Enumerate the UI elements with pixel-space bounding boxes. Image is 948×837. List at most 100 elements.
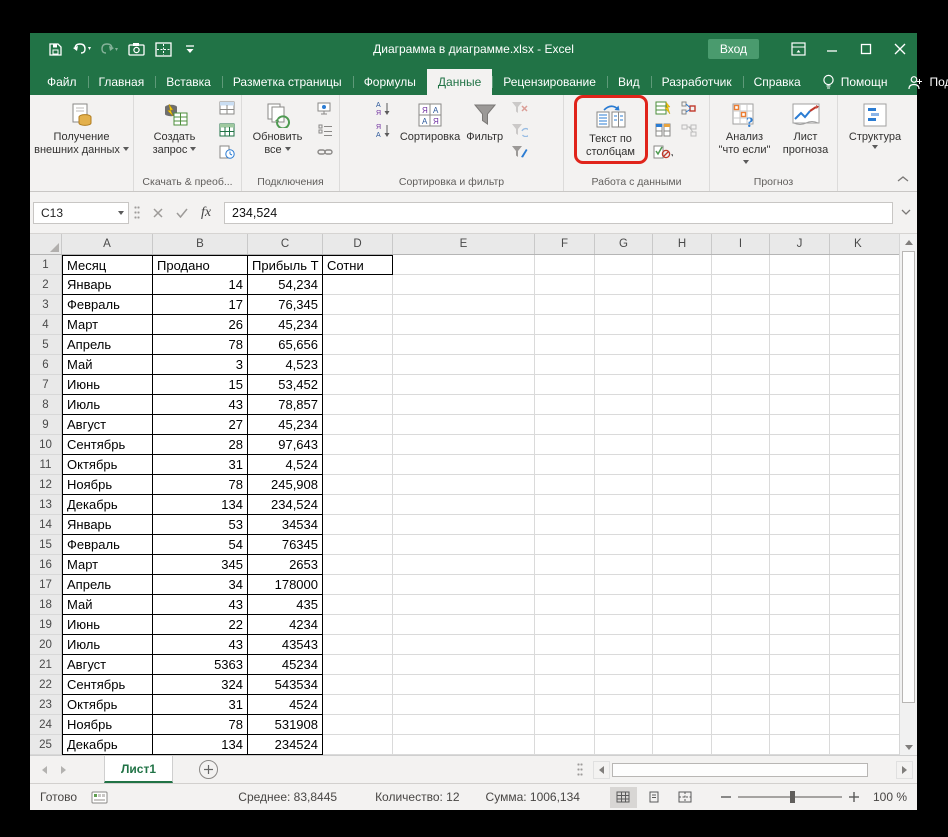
cell[interactable]: 14 — [153, 275, 248, 295]
tab-insert[interactable]: Вставка — [155, 69, 222, 95]
scroll-right-button[interactable] — [896, 760, 913, 779]
cell[interactable] — [535, 435, 595, 455]
cell[interactable] — [830, 275, 899, 295]
cell[interactable] — [712, 415, 770, 435]
cell[interactable] — [653, 275, 712, 295]
get-external-data-button[interactable]: Получение внешних данных — [31, 96, 132, 157]
cell[interactable] — [653, 655, 712, 675]
cell[interactable] — [770, 435, 830, 455]
cell[interactable] — [712, 675, 770, 695]
cell[interactable] — [323, 435, 393, 455]
cell[interactable] — [653, 595, 712, 615]
cell[interactable] — [653, 435, 712, 455]
cell[interactable] — [535, 295, 595, 315]
tab-data[interactable]: Данные — [426, 69, 493, 95]
row-header[interactable]: 20 — [30, 635, 62, 655]
cell[interactable] — [535, 655, 595, 675]
consolidate-button[interactable] — [678, 99, 700, 117]
cell[interactable] — [393, 375, 535, 395]
cell[interactable] — [830, 355, 899, 375]
column-header[interactable]: D — [323, 234, 393, 254]
row-header[interactable]: 25 — [30, 735, 62, 755]
cell[interactable] — [535, 455, 595, 475]
refresh-all-button[interactable]: Обновить все — [243, 96, 312, 157]
cell[interactable]: Август — [62, 415, 153, 435]
column-header[interactable]: F — [535, 234, 595, 254]
column-header[interactable]: K — [830, 234, 899, 254]
cell[interactable] — [323, 595, 393, 615]
cell[interactable]: Февраль — [62, 295, 153, 315]
cell[interactable] — [830, 595, 899, 615]
cell[interactable] — [393, 555, 535, 575]
cell[interactable] — [770, 675, 830, 695]
structure-button[interactable]: Структура — [846, 96, 904, 149]
cell[interactable]: Март — [62, 315, 153, 335]
cell[interactable]: 53 — [153, 515, 248, 535]
cell[interactable] — [323, 575, 393, 595]
cell[interactable]: 178000 — [248, 575, 323, 595]
cell[interactable] — [770, 495, 830, 515]
cell[interactable] — [830, 455, 899, 475]
tab-formulas[interactable]: Формулы — [352, 69, 427, 95]
select-all-button[interactable] — [30, 234, 62, 254]
cell[interactable] — [535, 255, 595, 275]
tab-view[interactable]: Вид — [606, 69, 651, 95]
cell[interactable] — [393, 595, 535, 615]
zoom-thumb[interactable] — [789, 791, 795, 803]
next-sheet-button[interactable] — [61, 765, 66, 774]
tab-page-layout[interactable]: Разметка страницы — [221, 69, 353, 95]
sheet-tab-sheet1[interactable]: Лист1 — [104, 756, 174, 783]
vertical-scroll-thumb[interactable] — [902, 251, 915, 703]
cell[interactable]: 134 — [153, 735, 248, 755]
cell[interactable] — [653, 615, 712, 635]
edit-links-button[interactable] — [314, 143, 336, 161]
cell[interactable] — [830, 535, 899, 555]
cell[interactable]: 543534 — [248, 675, 323, 695]
cell[interactable] — [393, 615, 535, 635]
cell[interactable] — [595, 715, 653, 735]
cell[interactable] — [595, 355, 653, 375]
cell[interactable] — [393, 495, 535, 515]
cell[interactable] — [393, 535, 535, 555]
row-header[interactable]: 24 — [30, 715, 62, 735]
cell[interactable] — [595, 335, 653, 355]
cell[interactable] — [770, 535, 830, 555]
cell[interactable]: 134 — [153, 495, 248, 515]
cell[interactable] — [535, 675, 595, 695]
cell[interactable]: 45234 — [248, 655, 323, 675]
cell[interactable] — [712, 295, 770, 315]
cell[interactable]: Июль — [62, 635, 153, 655]
row-header[interactable]: 12 — [30, 475, 62, 495]
cell[interactable] — [830, 315, 899, 335]
cell[interactable]: 4,524 — [248, 455, 323, 475]
cell[interactable] — [770, 455, 830, 475]
cell[interactable] — [770, 655, 830, 675]
cell[interactable] — [653, 695, 712, 715]
cell[interactable]: 234524 — [248, 735, 323, 755]
flash-fill-button[interactable] — [652, 99, 674, 117]
cell[interactable] — [595, 395, 653, 415]
cell[interactable] — [323, 475, 393, 495]
splitter-grip[interactable] — [577, 761, 583, 778]
cell[interactable] — [712, 575, 770, 595]
cell[interactable]: 53,452 — [248, 375, 323, 395]
cell[interactable]: Сотни — [323, 255, 393, 275]
cell[interactable] — [323, 695, 393, 715]
cell[interactable]: 345 — [153, 555, 248, 575]
cell[interactable]: Февраль — [62, 535, 153, 555]
row-header[interactable]: 23 — [30, 695, 62, 715]
cell[interactable] — [770, 275, 830, 295]
cell[interactable]: 4,523 — [248, 355, 323, 375]
cell[interactable] — [393, 255, 535, 275]
column-header[interactable]: E — [393, 234, 535, 254]
cell[interactable] — [595, 495, 653, 515]
cell[interactable] — [830, 395, 899, 415]
cell[interactable]: Июнь — [62, 375, 153, 395]
cell[interactable] — [712, 375, 770, 395]
row-header[interactable]: 17 — [30, 575, 62, 595]
cell[interactable] — [535, 315, 595, 335]
cell[interactable] — [770, 255, 830, 275]
cell[interactable] — [653, 395, 712, 415]
cell[interactable] — [323, 675, 393, 695]
column-header[interactable]: B — [153, 234, 248, 254]
